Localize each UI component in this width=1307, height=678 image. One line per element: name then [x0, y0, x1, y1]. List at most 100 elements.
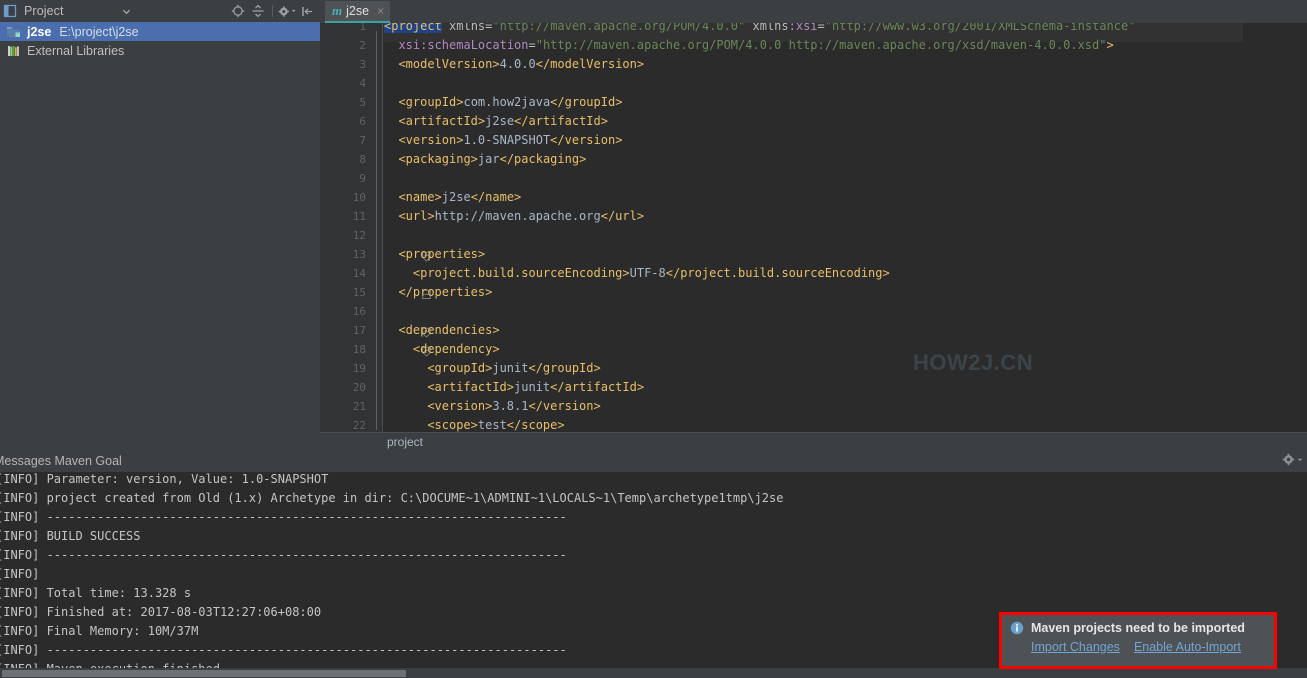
code-token: <modelVersion>	[398, 57, 500, 71]
code-token: </groupId>	[528, 361, 601, 375]
code-token: xmlns	[441, 23, 486, 33]
code-line: <dependency>	[384, 340, 500, 359]
code-lines: <project xmlns="http://maven.apache.org/…	[384, 23, 1307, 432]
code-token: 3.8.1	[492, 399, 529, 413]
code-token: </project.build.sourceEncoding>	[665, 266, 890, 280]
collapse-all-icon[interactable]	[249, 2, 267, 20]
intellij-window: Project j2se E:\project\j2se External Li…	[0, 0, 1307, 678]
line-number: 7	[359, 134, 366, 147]
code-line: </properties>	[384, 283, 492, 302]
locate-target-icon[interactable]	[229, 2, 247, 20]
project-panel-icon	[3, 4, 17, 18]
line-number: 9	[359, 172, 366, 185]
tree-item-j2se[interactable]: j2se E:\project\j2se	[0, 22, 320, 41]
console-line: [INFO]	[0, 567, 47, 581]
code-token: </groupId>	[550, 95, 623, 109]
code-token: xsi	[398, 38, 421, 52]
code-token: :xsi	[788, 23, 818, 33]
tree-item-label: j2se	[27, 24, 52, 39]
console-line: [INFO] project created from Old (1.x) Ar…	[0, 491, 784, 505]
line-number: 18	[352, 343, 366, 356]
line-number: 19	[352, 362, 366, 375]
toolbar-divider	[272, 5, 273, 17]
breadcrumb-item-project[interactable]: project	[387, 435, 423, 449]
code-token: test	[477, 418, 507, 432]
code-token: <groupId>	[427, 361, 493, 375]
project-panel-title: Project	[24, 4, 64, 18]
line-number: 22	[352, 419, 366, 432]
gear-dropdown-icon[interactable]	[278, 2, 296, 20]
code-token: <scope>	[427, 418, 478, 432]
hide-panel-icon[interactable]	[298, 2, 316, 20]
chevron-down-icon[interactable]	[122, 7, 131, 16]
project-panel-header: Project	[0, 0, 320, 22]
code-token: </modelVersion>	[535, 57, 645, 71]
console-header: Messages Maven Goal	[0, 450, 1307, 472]
code-token: UTF-8	[629, 266, 666, 280]
fold-markers-column[interactable]	[370, 23, 431, 432]
console-hscrollbar-thumb[interactable]	[2, 670, 406, 677]
gear-dropdown-icon[interactable]	[1282, 453, 1303, 466]
editor-tab-j2se[interactable]: m j2se ×	[325, 1, 391, 23]
line-number: 2	[359, 39, 366, 52]
editor-tab-label: j2se	[346, 4, 370, 18]
console-line: [INFO] BUILD SUCCESS	[0, 529, 141, 543]
code-token: <properties>	[398, 247, 486, 261]
close-icon[interactable]: ×	[377, 5, 384, 17]
code-token: <project.build.sourceEncoding>	[412, 266, 630, 280]
code-token: <version>	[398, 133, 464, 147]
code-token: =	[528, 38, 536, 52]
line-number: 11	[352, 210, 366, 223]
line-number: 13	[352, 248, 366, 261]
line-number: 17	[352, 324, 366, 337]
code-token: </properties>	[398, 285, 493, 299]
folder-module-icon	[7, 26, 21, 37]
code-line: <project xmlns = "http://maven.apache.org/…	[384, 23, 1135, 36]
code-line: <version>3.8.1</version>	[384, 397, 600, 416]
code-line: <groupId>junit</groupId>	[384, 359, 601, 378]
code-token: <dependency>	[412, 342, 500, 356]
code-token: </artifactId>	[514, 114, 608, 128]
code-token: "http://maven.apache.org/POM/4.0.0"	[492, 23, 746, 33]
code-token: <url>	[398, 209, 435, 223]
code-token: "http://www.w3.org/2001/XMLSchema-instan…	[824, 23, 1136, 33]
line-number: 12	[352, 229, 366, 242]
code-token: :schemaLocation	[420, 38, 529, 52]
code-line: <modelVersion>4.0.0</modelVersion>	[384, 55, 644, 74]
code-token: <dependencies>	[398, 323, 500, 337]
line-number: 5	[359, 96, 366, 109]
project-tree: j2se E:\project\j2se External Libraries	[0, 22, 320, 450]
editor-area: m j2se × 1 2 3 4 5 6 7 8 9 10 11 12 13 14 15 16 17 18 19 20…	[320, 0, 1307, 450]
line-number: 14	[352, 267, 366, 280]
maven-file-icon: m	[332, 3, 343, 18]
line-number: 6	[359, 115, 366, 128]
code-token: </packaging>	[499, 152, 587, 166]
code-token: jar	[477, 152, 500, 166]
code-token: xmlns	[745, 23, 789, 33]
console-line: [INFO] ---------------------------------…	[0, 548, 567, 562]
code-line: <scope>test</scope>	[384, 416, 565, 432]
code-line: <dependencies>	[384, 321, 500, 340]
editor-tabbar: m j2se ×	[320, 0, 1307, 23]
line-number: 3	[359, 58, 366, 71]
project-panel-toolbar	[229, 2, 320, 20]
code-token: </scope>	[506, 418, 565, 432]
code-editor[interactable]: 1 2 3 4 5 6 7 8 9 10 11 12 13 14 15 16 17 18 19 20 21 22 <pro…	[320, 23, 1307, 432]
external-libraries-icon	[8, 45, 19, 56]
line-number: 10	[352, 191, 366, 204]
line-number: 20	[352, 381, 366, 394]
code-token: <packaging>	[398, 152, 478, 166]
code-line: <packaging>jar</packaging>	[384, 150, 586, 169]
code-token: com.how2java	[463, 95, 551, 109]
code-line: <groupId>com.how2java</groupId>	[384, 93, 622, 112]
code-line: <name>j2se</name>	[384, 188, 521, 207]
line-number: 15	[352, 286, 366, 299]
code-token: </version>	[550, 133, 623, 147]
code-line: <version>1.0-SNAPSHOT</version>	[384, 131, 622, 150]
code-token: http://maven.apache.org	[434, 209, 601, 223]
code-token: 1.0-SNAPSHOT	[463, 133, 551, 147]
tree-item-external-libraries[interactable]: External Libraries	[0, 41, 320, 60]
code-token: </url>	[600, 209, 645, 223]
code-token: =	[817, 23, 825, 33]
tree-item-label: External Libraries	[27, 43, 125, 58]
